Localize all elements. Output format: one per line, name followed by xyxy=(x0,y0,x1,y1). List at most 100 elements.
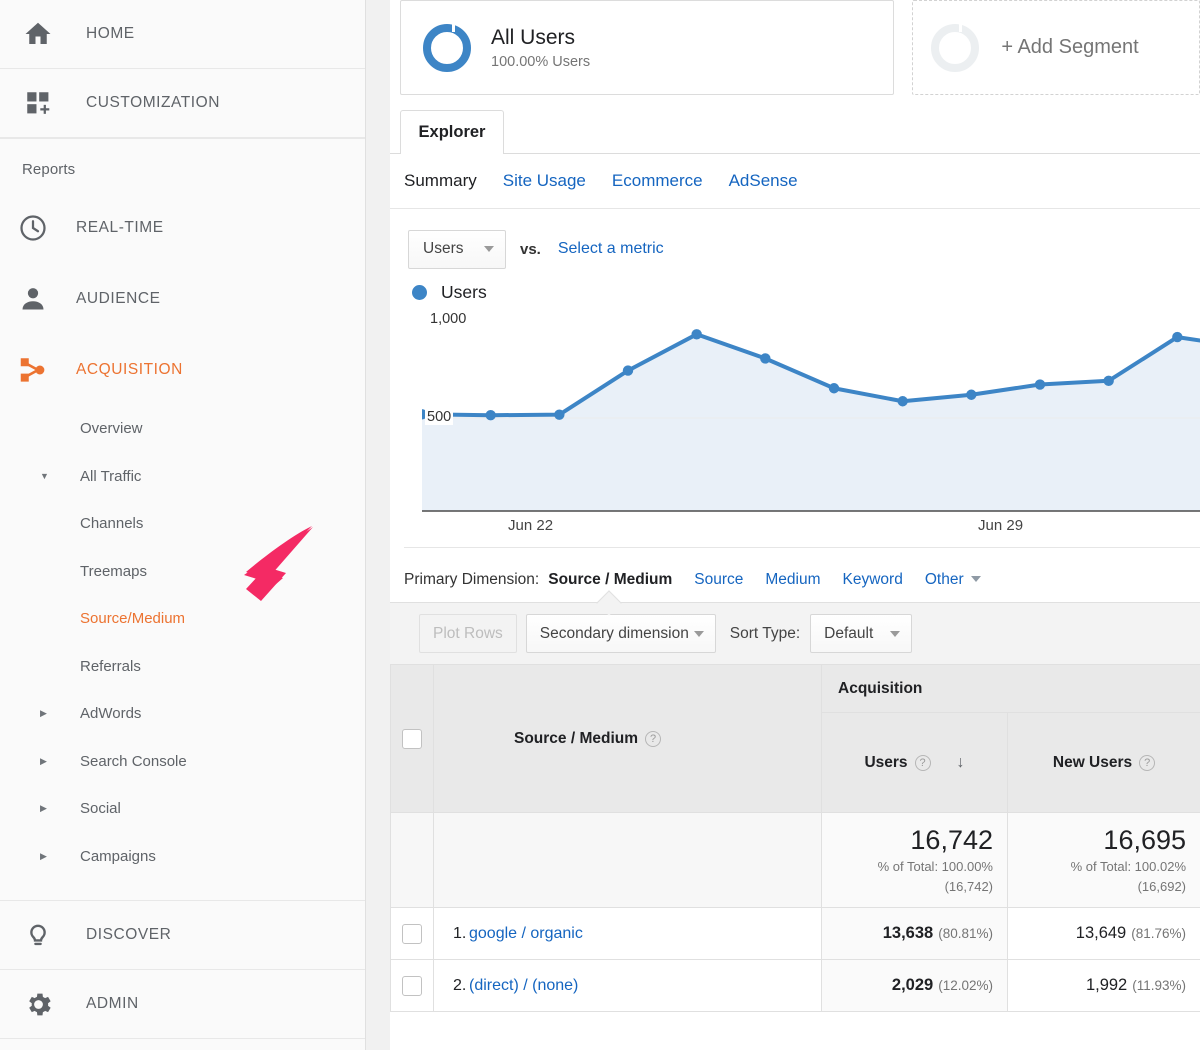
y-axis-tick-500: 500 xyxy=(425,409,453,425)
column-header-new-users[interactable]: New Users? xyxy=(1008,713,1200,813)
chevron-down-icon[interactable]: ▼ xyxy=(40,472,58,481)
chevron-right-icon[interactable]: ▶ xyxy=(40,852,58,861)
primary-metric-select[interactable]: Users xyxy=(408,230,506,269)
row-checkbox[interactable] xyxy=(402,924,422,944)
chart-bottom-rule xyxy=(404,547,1200,548)
sidebar-subitem-channels[interactable]: Channels xyxy=(0,500,365,548)
person-icon xyxy=(18,284,48,314)
primary-metric-value: Users xyxy=(423,240,463,258)
tab-summary[interactable]: Summary xyxy=(404,171,477,191)
secondary-dimension-select[interactable]: Secondary dimension xyxy=(526,614,716,653)
table-body: 16,742 % of Total: 100.00% (16,742) 16,6… xyxy=(391,813,1200,1012)
add-segment-label: + Add Segment xyxy=(1001,36,1138,59)
legend-color-swatch xyxy=(412,285,427,300)
row-checkbox-cell[interactable] xyxy=(391,960,434,1012)
sidebar-subitem-search-console[interactable]: ▶ Search Console xyxy=(0,738,365,786)
total-dimension-cell xyxy=(434,813,822,908)
column-header-users[interactable]: Users?↓ xyxy=(822,713,1008,813)
sidebar-item-label: AUDIENCE xyxy=(76,290,161,308)
select-a-metric-link[interactable]: Select a metric xyxy=(558,240,664,258)
sort-descending-icon[interactable]: ↓ xyxy=(957,754,965,771)
sort-type-select[interactable]: Default xyxy=(810,614,912,653)
table-total-row: 16,742 % of Total: 100.00% (16,742) 16,6… xyxy=(391,813,1200,908)
chevron-right-icon[interactable]: ▶ xyxy=(40,757,58,766)
help-icon[interactable]: ? xyxy=(1139,755,1155,771)
secondary-dimension-label: Secondary dimension xyxy=(540,625,689,643)
column-header-dimension[interactable]: Source / Medium? xyxy=(434,665,822,813)
help-icon[interactable]: ? xyxy=(915,755,931,771)
tab-site-usage[interactable]: Site Usage xyxy=(503,171,586,191)
row-checkbox-cell[interactable] xyxy=(391,908,434,960)
add-segment-button[interactable]: + Add Segment xyxy=(912,0,1200,95)
row-dimension-link[interactable]: (direct) / (none) xyxy=(469,977,578,994)
clock-icon xyxy=(18,213,48,243)
primary-dimension-selected[interactable]: Source / Medium xyxy=(548,571,672,589)
plot-rows-button[interactable]: Plot Rows xyxy=(419,614,517,653)
tab-adsense[interactable]: AdSense xyxy=(729,171,798,191)
table-row: 1.google / organic 13,638(80.81%) 13,649… xyxy=(391,908,1200,960)
primary-dimension-medium[interactable]: Medium xyxy=(765,571,820,589)
chevron-down-icon xyxy=(890,631,900,637)
sidebar-item-audience[interactable]: AUDIENCE xyxy=(0,263,365,334)
sidebar-item-acquisition[interactable]: ACQUISITION xyxy=(0,334,365,405)
sidebar-subitem-label: AdWords xyxy=(80,705,141,722)
tab-explorer[interactable]: Explorer xyxy=(400,110,504,154)
row-checkbox[interactable] xyxy=(402,976,422,996)
segment-all-users[interactable]: All Users 100.00% Users xyxy=(400,0,894,95)
total-checkbox-cell xyxy=(391,813,434,908)
primary-dimension-other[interactable]: Other xyxy=(925,571,981,589)
customization-icon xyxy=(18,83,58,123)
column-header-dimension-label: Source / Medium xyxy=(514,730,638,747)
reports-heading: Reports xyxy=(0,139,365,192)
users-line-chart[interactable]: 1,000 500 Jun 22 Jun 29 xyxy=(390,311,1200,547)
select-all-checkbox[interactable] xyxy=(402,729,422,749)
sidebar-subitem-source-medium[interactable]: Source/Medium xyxy=(0,595,365,643)
sidebar-subitem-treemaps[interactable]: Treemaps xyxy=(0,548,365,596)
vs-label: vs. xyxy=(520,241,541,258)
sidebar-item-discover[interactable]: DISCOVER xyxy=(0,901,365,970)
tab-underline xyxy=(390,153,1200,154)
chevron-down-icon xyxy=(694,631,704,637)
sidebar-subitem-label: All Traffic xyxy=(80,468,141,485)
row-new-users-cell: 1,992(11.93%) xyxy=(1008,960,1200,1012)
sidebar-subitem-label: Overview xyxy=(80,420,143,437)
sidebar-subitem-label: Channels xyxy=(80,515,143,532)
row-dimension-cell: 1.google / organic xyxy=(434,908,822,960)
row-new-users-value: 13,649 xyxy=(1076,924,1126,942)
total-new-users-value: 16,695 xyxy=(1009,825,1186,855)
sidebar-item-label: CUSTOMIZATION xyxy=(86,94,220,112)
sidebar-subitem-campaigns[interactable]: ▶ Campaigns xyxy=(0,833,365,881)
sidebar-subitem-adwords[interactable]: ▶ AdWords xyxy=(0,690,365,738)
sidebar-subitem-referrals[interactable]: Referrals xyxy=(0,643,365,691)
total-new-users-pct: % of Total: 100.02% xyxy=(1009,858,1186,875)
row-dimension-link[interactable]: google / organic xyxy=(469,925,583,942)
chart-legend: Users xyxy=(390,275,1200,309)
primary-dimension-bar: Primary Dimension: Source / Medium Sourc… xyxy=(390,558,1200,602)
primary-dimension-keyword[interactable]: Keyword xyxy=(843,571,903,589)
sidebar-subitem-overview[interactable]: Overview xyxy=(0,405,365,453)
sidebar-item-label: ADMIN xyxy=(86,995,139,1013)
gear-icon xyxy=(18,984,58,1024)
chevron-right-icon[interactable]: ▶ xyxy=(40,804,58,813)
tab-ecommerce[interactable]: Ecommerce xyxy=(612,171,703,191)
chevron-right-icon[interactable]: ▶ xyxy=(40,709,58,718)
primary-dimension-source[interactable]: Source xyxy=(694,571,743,589)
sidebar-subitem-all-traffic[interactable]: ▼ All Traffic xyxy=(0,453,365,501)
select-all-cell[interactable] xyxy=(391,665,434,813)
sidebar-item-home[interactable]: HOME xyxy=(0,0,365,69)
x-axis-tick-jun22: Jun 22 xyxy=(508,517,553,534)
acquisition-subnav: Overview ▼ All Traffic Channels Treemaps… xyxy=(0,405,365,880)
chevron-down-icon xyxy=(484,246,494,252)
sidebar-item-customization[interactable]: CUSTOMIZATION xyxy=(0,69,365,138)
help-icon[interactable]: ? xyxy=(645,731,661,747)
sidebar: HOME CUSTOMIZATION Reports xyxy=(0,0,366,1050)
table-header-row-group: Source / Medium? Acquisition xyxy=(391,665,1200,713)
sidebar-item-admin[interactable]: ADMIN xyxy=(0,970,365,1039)
sidebar-subitem-label: Source/Medium xyxy=(80,610,185,627)
acquisition-icon xyxy=(18,355,48,385)
sidebar-subitem-social[interactable]: ▶ Social xyxy=(0,785,365,833)
y-axis-tick-1000: 1,000 xyxy=(428,311,468,327)
x-axis-tick-jun29: Jun 29 xyxy=(978,517,1023,534)
tab-strip: Explorer xyxy=(390,110,1200,153)
sidebar-item-real-time[interactable]: REAL-TIME xyxy=(0,192,365,263)
